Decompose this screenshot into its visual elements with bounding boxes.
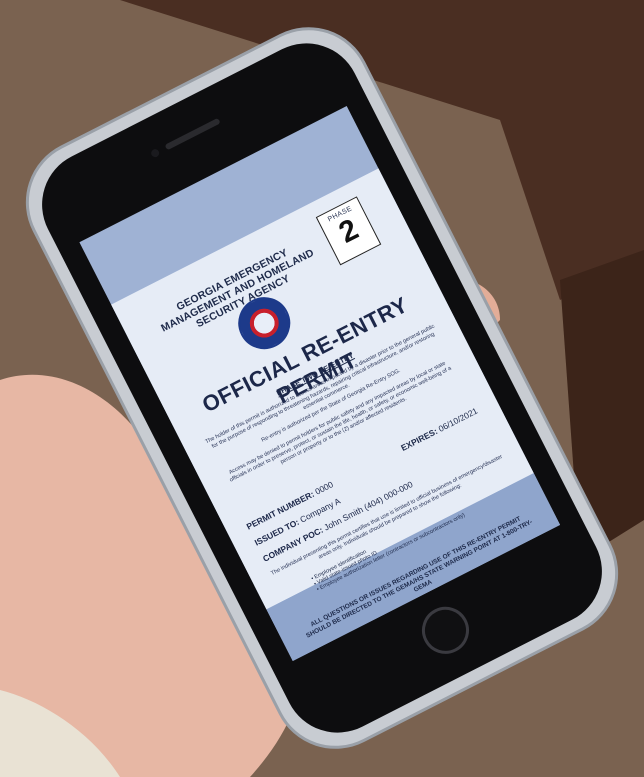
agency-name: GEORGIA EMERGENCY MANAGEMENT AND HOMELAN… (159, 246, 317, 335)
expires-value: 06/10/2021 (436, 405, 480, 434)
expires-label: EXPIRES: (399, 426, 440, 453)
permit-number-value: 0000 (313, 479, 335, 497)
expires-field: EXPIRES: 06/10/2021 (399, 406, 479, 453)
requirement-item: Employee identification (310, 481, 502, 583)
